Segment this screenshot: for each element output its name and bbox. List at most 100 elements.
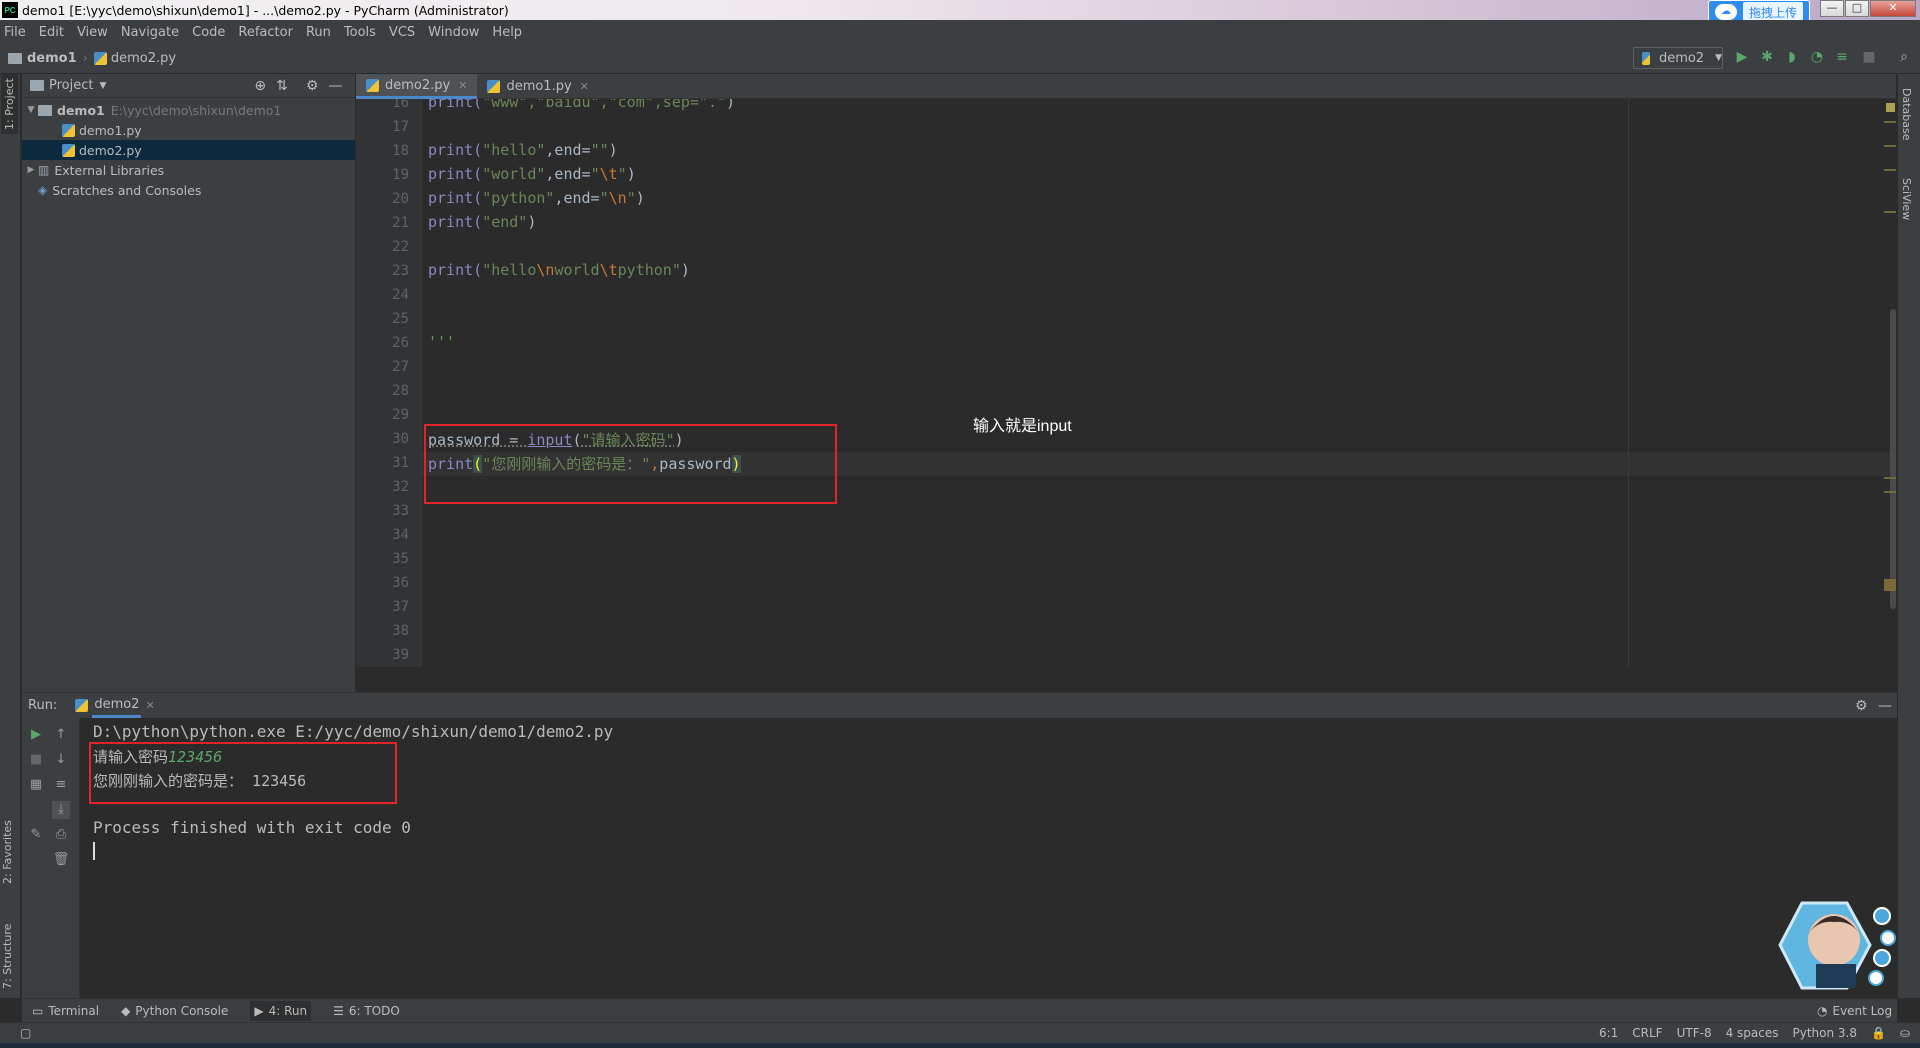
line-number: 20 — [392, 191, 409, 207]
status-line-separator[interactable]: CRLF — [1632, 1026, 1662, 1040]
editor-error-stripe[interactable] — [1884, 99, 1896, 667]
chevron-down-icon[interactable]: ▼ — [99, 81, 106, 91]
tree-item-external-libraries[interactable]: ▶ ▥ External Libraries — [22, 160, 355, 180]
breadcrumb-project[interactable]: demo1 — [27, 51, 77, 66]
code-token: ) — [608, 141, 618, 159]
scroll-marker — [1884, 145, 1896, 147]
gear-icon[interactable]: ⚙ — [306, 78, 319, 94]
menu-edit[interactable]: Edit — [39, 25, 64, 40]
python-file-icon — [487, 80, 501, 93]
collapse-all-icon[interactable]: ⇅ — [276, 78, 288, 94]
python-file-icon — [1642, 51, 1650, 65]
soft-wrap-icon[interactable]: ≡ — [52, 776, 70, 794]
gear-icon[interactable]: ⚙ — [1855, 698, 1868, 714]
warning-marker-icon[interactable] — [1886, 103, 1895, 112]
line-number: 21 — [392, 215, 409, 231]
status-interpreter[interactable]: Python 3.8 — [1792, 1026, 1857, 1040]
tab-todo[interactable]: ☰ 6: TODO — [333, 1004, 400, 1018]
menu-tools[interactable]: Tools — [344, 25, 376, 40]
breadcrumb-file[interactable]: demo2.py — [111, 51, 176, 66]
run-panel-label: Run: — [28, 698, 58, 713]
run-icon[interactable]: ▶ — [1733, 48, 1751, 66]
code-token: "www","baidu","com",sep="." — [482, 99, 727, 111]
expand-arrow-icon[interactable]: ▼ — [24, 105, 38, 115]
concurrency-icon[interactable]: ≡ — [1833, 48, 1851, 66]
menu-view[interactable]: View — [77, 25, 108, 40]
event-log-label: Event Log — [1832, 1003, 1893, 1018]
stop-icon[interactable]: ■ — [27, 751, 45, 769]
status-caret-position[interactable]: 6:1 — [1599, 1026, 1618, 1040]
status-encoding[interactable]: UTF-8 — [1677, 1026, 1712, 1040]
status-layout-icon[interactable]: ▢ — [20, 1026, 31, 1040]
menu-code[interactable]: Code — [192, 25, 225, 40]
menu-vcs[interactable]: VCS — [389, 25, 415, 40]
tab-terminal[interactable]: ▭ Terminal — [32, 1004, 99, 1018]
tab-database-tool[interactable]: Database — [1900, 88, 1913, 141]
chevron-down-icon: ▼ — [1715, 53, 1722, 63]
folder-icon — [8, 53, 22, 64]
down-arrow-icon[interactable]: ↓ — [52, 751, 70, 769]
layout-icon[interactable]: ▦ — [27, 776, 45, 794]
tab-python-console[interactable]: ◆ Python Console — [121, 1004, 228, 1018]
scroll-marker — [1884, 211, 1896, 213]
tab-sciview-tool[interactable]: SciView — [1900, 178, 1913, 220]
tab-demo2-py[interactable]: demo2.py ✕ — [356, 74, 478, 99]
tab-structure-tool[interactable]: 7: Structure — [1, 924, 14, 989]
menu-file[interactable]: File — [4, 25, 26, 40]
print-icon[interactable]: ⎙ — [52, 826, 70, 844]
tree-item-label: demo1 — [57, 102, 105, 118]
close-button[interactable]: ✕ — [1870, 0, 1916, 17]
tab-favorites-tool[interactable]: 2: Favorites — [1, 820, 14, 884]
hide-panel-icon[interactable]: — — [328, 78, 342, 94]
tab-label: 6: TODO — [348, 1003, 400, 1018]
menu-navigate[interactable]: Navigate — [121, 25, 179, 40]
rerun-icon[interactable]: ▶ — [27, 726, 45, 744]
code-editor[interactable]: 16 17 18 19 20 21 22 23 24 25 26 27 28 2… — [356, 99, 1896, 667]
pin-icon[interactable]: ✎ — [27, 826, 45, 844]
tab-project-tool[interactable]: 1: Project — [1, 74, 18, 134]
event-log-button[interactable]: ◔ Event Log — [1817, 1004, 1892, 1018]
menu-run[interactable]: Run — [306, 25, 331, 40]
project-panel-title[interactable]: Project — [49, 78, 93, 93]
event-log-icon: ◔ — [1817, 1003, 1828, 1018]
code-line-20: print("python",end="\n") — [428, 189, 645, 207]
coverage-icon[interactable]: ◗ — [1783, 48, 1801, 66]
inspection-icon[interactable]: ⛀ — [1900, 1026, 1910, 1040]
close-tab-icon[interactable]: ✕ — [145, 699, 154, 712]
search-icon[interactable]: ⌕ — [1895, 48, 1913, 66]
cloud-icon: ☁ — [1715, 4, 1737, 20]
close-tab-icon[interactable]: ✕ — [458, 79, 467, 92]
up-arrow-icon[interactable]: ↑ — [52, 726, 70, 744]
menu-help[interactable]: Help — [492, 25, 522, 40]
hide-panel-icon[interactable]: — — [1878, 698, 1892, 714]
lock-icon[interactable]: 🔒 — [1871, 1026, 1886, 1040]
menu-refactor[interactable]: Refactor — [238, 25, 293, 40]
tab-demo1-py[interactable]: demo1.py ✕ — [477, 74, 598, 99]
stop-icon[interactable]: ■ — [1860, 48, 1878, 66]
code-token: python" — [617, 261, 681, 279]
scroll-to-end-icon[interactable]: ⤓ — [52, 801, 70, 819]
code-token: "python" — [482, 189, 555, 207]
locate-icon[interactable]: ⊕ — [254, 78, 266, 94]
tree-item-demo1-py[interactable]: demo1.py — [22, 120, 355, 140]
tree-item-demo2-py[interactable]: demo2.py — [22, 140, 355, 160]
run-tab-demo2[interactable]: demo2 — [92, 694, 142, 718]
status-indent[interactable]: 4 spaces — [1726, 1026, 1779, 1040]
tab-run[interactable]: ▶ 4: Run — [250, 1000, 312, 1021]
python-file-icon — [366, 78, 379, 92]
debug-icon[interactable]: ✱ — [1758, 48, 1776, 66]
line-number: 37 — [392, 599, 409, 615]
expand-arrow-icon[interactable]: ▶ — [24, 165, 38, 175]
avatar-widget[interactable] — [1772, 898, 1902, 993]
tab-label: demo1.py — [506, 79, 572, 94]
maximize-button[interactable]: □ — [1845, 0, 1869, 17]
menu-window[interactable]: Window — [428, 25, 479, 40]
tree-item-scratches[interactable]: ◈ Scratches and Consoles — [22, 180, 355, 200]
trash-icon[interactable]: 🗑 — [52, 851, 70, 869]
profile-icon[interactable]: ◔ — [1808, 48, 1826, 66]
run-config-select[interactable]: demo2 ▼ — [1633, 47, 1723, 69]
minimize-button[interactable]: — — [1820, 0, 1844, 17]
tree-item-project-root[interactable]: ▼ demo1 E:\yyc\demo\shixun\demo1 — [22, 100, 355, 120]
editor-scrollbar[interactable] — [1890, 309, 1896, 609]
close-tab-icon[interactable]: ✕ — [580, 80, 589, 93]
